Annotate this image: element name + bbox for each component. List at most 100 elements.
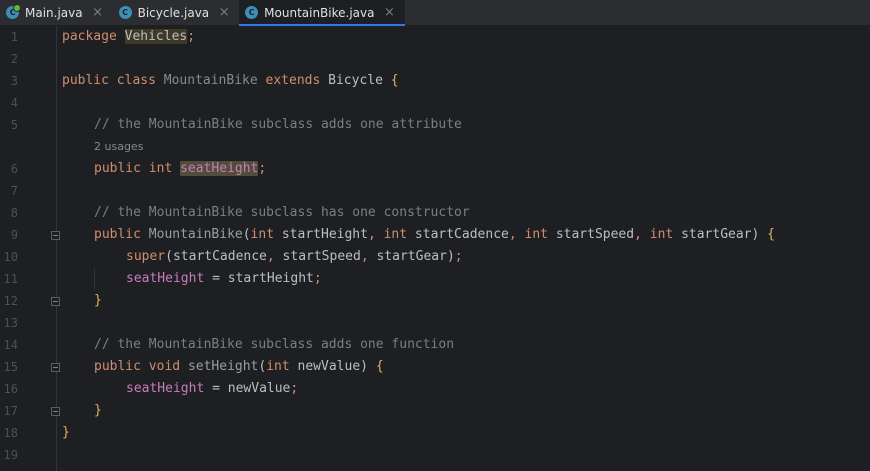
keyword: int: [148, 161, 173, 176]
parameter: startCadence: [414, 227, 509, 242]
field-name: seatHeight: [126, 381, 205, 396]
constructor-name: MountainBike: [148, 227, 243, 242]
line-number: 3: [10, 74, 18, 88]
code-line: 12 }: [0, 290, 870, 312]
comment: // the MountainBike subclass has one con…: [94, 205, 470, 220]
code-line: 18 }: [0, 422, 870, 444]
line-number: 9: [10, 228, 18, 242]
open-brace: {: [390, 73, 399, 88]
keyword: super: [126, 249, 166, 264]
comma: ,: [266, 249, 275, 264]
line-number: 18: [3, 426, 18, 440]
fold-icon[interactable]: [51, 363, 60, 372]
keyword: public: [94, 227, 141, 242]
fold-icon[interactable]: [51, 297, 60, 306]
keyword: int: [524, 227, 548, 242]
code-line: 11 seatHeight = startHeight;: [0, 268, 870, 290]
close-brace: }: [94, 293, 102, 308]
line-number: 8: [10, 206, 18, 220]
keyword: int: [266, 359, 290, 374]
line-number: 12: [3, 294, 18, 308]
line-number: 10: [3, 250, 18, 264]
inlay-hint-line: 2 usages: [0, 136, 870, 158]
keyword: public: [62, 73, 109, 88]
paren: ): [446, 249, 455, 264]
code-line: 8 // the MountainBike subclass has one c…: [0, 202, 870, 224]
line-number: 19: [3, 448, 18, 462]
java-class-icon: C: [118, 6, 132, 19]
argument: startGear: [376, 249, 447, 264]
paren: (: [242, 227, 251, 242]
usages-hint[interactable]: 2 usages: [94, 136, 143, 158]
keyword: int: [250, 227, 275, 242]
code-line: 14 // the MountainBike subclass adds one…: [0, 334, 870, 356]
line-number: 4: [10, 96, 18, 110]
superclass-name: Bicycle: [328, 73, 383, 88]
code-text: public int seatHeight;: [94, 158, 266, 180]
tab-main-java[interactable]: C Main.java ×: [0, 0, 113, 25]
keyword: int: [383, 227, 408, 242]
tab-label: Bicycle.java: [137, 5, 210, 20]
keyword: void: [148, 359, 181, 374]
keyword: public: [94, 161, 141, 176]
tab-mountainbike-java[interactable]: C MountainBike.java ×: [239, 0, 405, 26]
comma: ,: [634, 227, 642, 242]
paren: ): [360, 359, 368, 374]
comment: // the MountainBike subclass adds one at…: [94, 117, 462, 132]
java-main-icon: C: [6, 4, 21, 19]
parameter: startSpeed: [555, 227, 635, 242]
tab-bicycle-java[interactable]: C Bicycle.java ×: [113, 0, 240, 25]
close-icon[interactable]: ×: [91, 6, 105, 19]
package-name: Vehicles: [124, 29, 188, 44]
line-number: 13: [3, 316, 18, 330]
keyword: extends: [265, 73, 321, 88]
code-text: package Vehicles;: [62, 26, 195, 48]
assignment: = startHeight: [212, 271, 314, 286]
method-name: setHeight: [187, 359, 259, 374]
line-number: 5: [10, 118, 18, 132]
code-line: 9 public MountainBike(int startHeight, i…: [0, 224, 870, 246]
argument: startSpeed: [282, 249, 361, 264]
line-number: 1: [10, 30, 18, 44]
comma: ,: [367, 227, 376, 242]
parameter: newValue: [297, 359, 361, 374]
class-name: MountainBike: [163, 73, 258, 88]
code-line: 5 // the MountainBike subclass adds one …: [0, 114, 870, 136]
close-icon[interactable]: ×: [383, 6, 397, 19]
keyword: package: [62, 29, 117, 44]
line-number: 14: [3, 338, 18, 352]
close-brace: }: [62, 425, 70, 440]
code-text: public class MountainBike extends Bicycl…: [62, 70, 399, 92]
code-line: 19: [0, 444, 870, 466]
comma: ,: [360, 249, 369, 264]
semicolon: ;: [290, 381, 299, 396]
code-text: public void setHeight(int newValue) {: [94, 356, 384, 378]
assignment: = newValue: [212, 381, 291, 396]
field-name: seatHeight: [180, 161, 259, 176]
code-line: 10 super(startCadence, startSpeed, start…: [0, 246, 870, 268]
field-name: seatHeight: [126, 271, 205, 286]
keyword: public: [94, 359, 141, 374]
code-editor[interactable]: 1 package Vehicles; 2 3 public class Mou…: [0, 26, 870, 471]
code-line: 7: [0, 180, 870, 202]
code-line: 1 package Vehicles;: [0, 26, 870, 48]
open-brace: {: [767, 227, 775, 242]
editor-tab-bar: C Main.java × C Bicycle.java × C Mountai…: [0, 0, 870, 26]
code-text: public MountainBike(int startHeight, int…: [94, 224, 775, 246]
fold-icon[interactable]: [51, 407, 60, 416]
line-number: 15: [3, 360, 18, 374]
code-line: 2: [0, 48, 870, 70]
tab-label: MountainBike.java: [264, 5, 375, 20]
code-text: seatHeight = startHeight;: [126, 268, 322, 290]
fold-icon[interactable]: [51, 231, 60, 240]
code-line: 16 seatHeight = newValue;: [0, 378, 870, 400]
close-icon[interactable]: ×: [217, 6, 231, 19]
code-line: 6 public int seatHeight;: [0, 158, 870, 180]
keyword: int: [649, 227, 674, 242]
parameter: startGear: [681, 227, 752, 242]
code-line: 15 public void setHeight(int newValue) {: [0, 356, 870, 378]
open-brace: {: [375, 359, 384, 374]
tab-label: Main.java: [25, 5, 83, 20]
code-line: 4: [0, 92, 870, 114]
line-number: 7: [10, 184, 18, 198]
